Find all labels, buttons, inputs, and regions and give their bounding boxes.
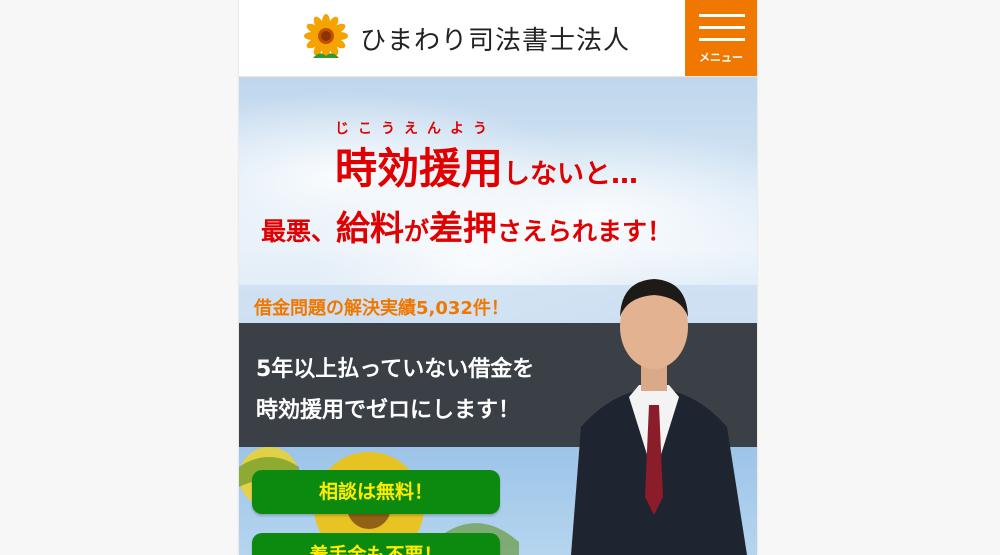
headline-2-part-c: が bbox=[404, 217, 430, 246]
headline-1-main: 時効援用 bbox=[335, 144, 504, 193]
tagline-line-2: 時効援用でゼロにします！ bbox=[256, 398, 521, 423]
headline-1: 時効援用しないと… bbox=[335, 135, 638, 196]
headline-2-part-a: 最悪、 bbox=[261, 217, 337, 246]
hamburger-icon bbox=[699, 38, 745, 41]
hamburger-icon bbox=[699, 14, 745, 17]
results-text: 借金問題の解決実績5,032件！ bbox=[254, 298, 509, 319]
hamburger-icon bbox=[699, 26, 745, 29]
menu-label: メニュー bbox=[699, 51, 743, 64]
site-header: ひまわり司法書士法人 メニュー bbox=[239, 0, 757, 77]
headline-2-part-d: 差押 bbox=[429, 209, 498, 249]
no-upfront-fee-button[interactable]: 着手金も不要！ bbox=[252, 533, 500, 555]
site-name[interactable]: ひまわり司法書士法人 bbox=[360, 20, 630, 57]
headline-2-part-b: 給料 bbox=[336, 209, 405, 249]
headline-2-part-e: さえられます！ bbox=[497, 217, 673, 246]
free-consultation-button[interactable]: 相談は無料！ bbox=[252, 470, 500, 514]
tagline-line-1: 5年以上払っていない借金を bbox=[256, 357, 535, 382]
sunflower-logo-icon[interactable] bbox=[303, 14, 349, 62]
page-frame: ひまわり司法書士法人 メニュー じこうえんよう 時効援用しないと… 最悪、給料が… bbox=[239, 0, 757, 555]
menu-button[interactable]: メニュー bbox=[685, 0, 757, 76]
headline-1-rest: しないと… bbox=[503, 159, 639, 190]
hero-section: じこうえんよう 時効援用しないと… 最悪、給料が差押さえられます！ 借金問題の解… bbox=[239, 77, 757, 555]
headline-2: 最悪、給料が差押さえられます！ bbox=[261, 201, 672, 250]
lawyer-photo bbox=[571, 279, 747, 555]
